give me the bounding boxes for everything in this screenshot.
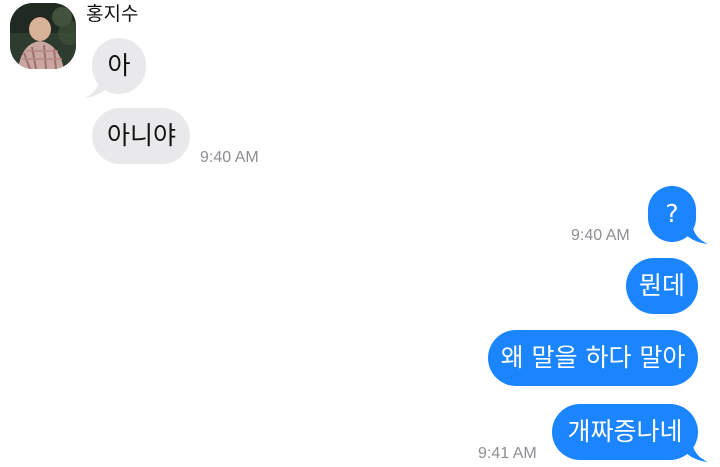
message-text: ? (665, 199, 679, 228)
contact-avatar[interactable] (10, 3, 76, 69)
avatar-photo (10, 3, 76, 69)
message-text: 뭔데 (638, 271, 685, 300)
incoming-message[interactable]: 아 (92, 38, 146, 94)
sender-name: 홍지수 (86, 3, 139, 25)
outgoing-message[interactable]: ? (648, 186, 696, 242)
message-timestamp: 9:40 AM (200, 149, 259, 166)
message-text: 아 (107, 51, 131, 80)
message-text: 왜 말을 하다 말아 (500, 343, 686, 372)
message-timestamp: 9:40 AM (571, 227, 630, 244)
message-text: 아니야 (107, 121, 177, 150)
outgoing-message[interactable]: 왜 말을 하다 말아 (488, 330, 698, 386)
message-timestamp: 9:41 AM (478, 445, 537, 462)
outgoing-message[interactable]: 개짜증나네 (552, 404, 698, 460)
outgoing-message[interactable]: 뭔데 (626, 258, 698, 314)
message-text: 개짜증나네 (567, 417, 683, 446)
incoming-message[interactable]: 아니야 (92, 108, 190, 164)
